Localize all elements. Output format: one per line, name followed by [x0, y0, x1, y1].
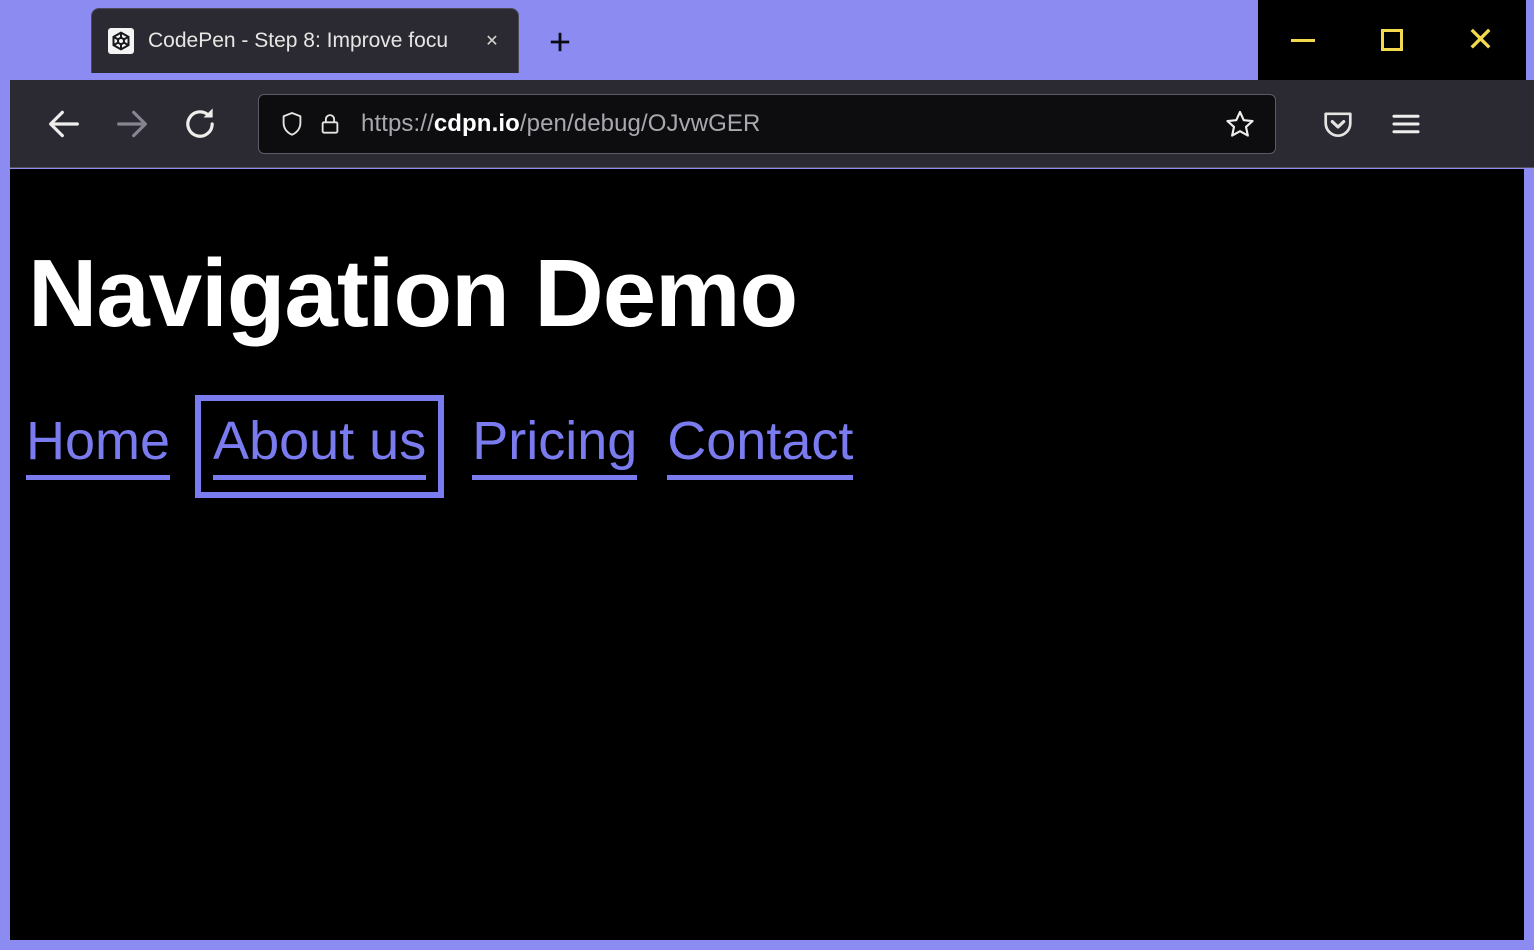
plus-icon — [547, 29, 573, 55]
window-controls: ✕ — [1258, 0, 1526, 80]
maximize-icon — [1381, 29, 1403, 51]
pocket-icon — [1320, 106, 1356, 142]
nav-link-contact[interactable]: Contact — [667, 413, 853, 481]
arrow-right-icon — [112, 104, 152, 144]
url-host: cdpn.io — [434, 110, 520, 137]
shield-icon[interactable] — [273, 105, 311, 143]
close-window-button[interactable]: ✕ — [1436, 0, 1525, 80]
url-text[interactable]: https://cdpn.io/pen/debug/OJvwGER — [361, 110, 1211, 138]
nav-link-pricing[interactable]: Pricing — [472, 413, 637, 481]
browser-window: CodePen - Step 8: Improve focu ✕ ✕ — [0, 0, 1534, 950]
nav-link-home[interactable]: Home — [26, 413, 170, 481]
page-content: Navigation Demo Home About us Pricing Co… — [10, 169, 1524, 940]
pocket-button[interactable] — [1304, 90, 1372, 158]
address-bar[interactable]: https://cdpn.io/pen/debug/OJvwGER — [258, 94, 1276, 154]
toolbar-right-group — [1304, 90, 1440, 158]
minimize-icon — [1291, 39, 1315, 42]
demo-navigation: Home About us Pricing Contact — [26, 413, 1524, 481]
url-path: /pen/debug/OJvwGER — [520, 110, 761, 137]
reload-icon — [180, 104, 220, 144]
url-scheme: https:// — [361, 110, 434, 137]
back-button[interactable] — [30, 90, 98, 158]
lock-icon[interactable] — [311, 105, 349, 143]
tab-title: CodePen - Step 8: Improve focu — [148, 28, 490, 53]
navigation-toolbar: https://cdpn.io/pen/debug/OJvwGER — [10, 80, 1534, 168]
tab-close-icon[interactable]: ✕ — [476, 25, 508, 57]
app-menu-button[interactable] — [1372, 90, 1440, 158]
reload-button[interactable] — [166, 90, 234, 158]
nav-link-about-us[interactable]: About us — [213, 413, 426, 481]
page-title: Navigation Demo — [28, 244, 1524, 345]
forward-button[interactable] — [98, 90, 166, 158]
arrow-left-icon — [44, 104, 84, 144]
browser-tab[interactable]: CodePen - Step 8: Improve focu ✕ — [91, 8, 519, 73]
codepen-logo-icon — [108, 28, 134, 54]
close-icon: ✕ — [1466, 23, 1495, 57]
bookmark-star-icon[interactable] — [1219, 103, 1261, 145]
tab-strip: CodePen - Step 8: Improve focu ✕ ✕ — [0, 0, 1534, 80]
new-tab-button[interactable] — [534, 20, 586, 64]
hamburger-menu-icon — [1389, 107, 1423, 141]
maximize-button[interactable] — [1347, 0, 1436, 80]
minimize-button[interactable] — [1258, 0, 1347, 80]
